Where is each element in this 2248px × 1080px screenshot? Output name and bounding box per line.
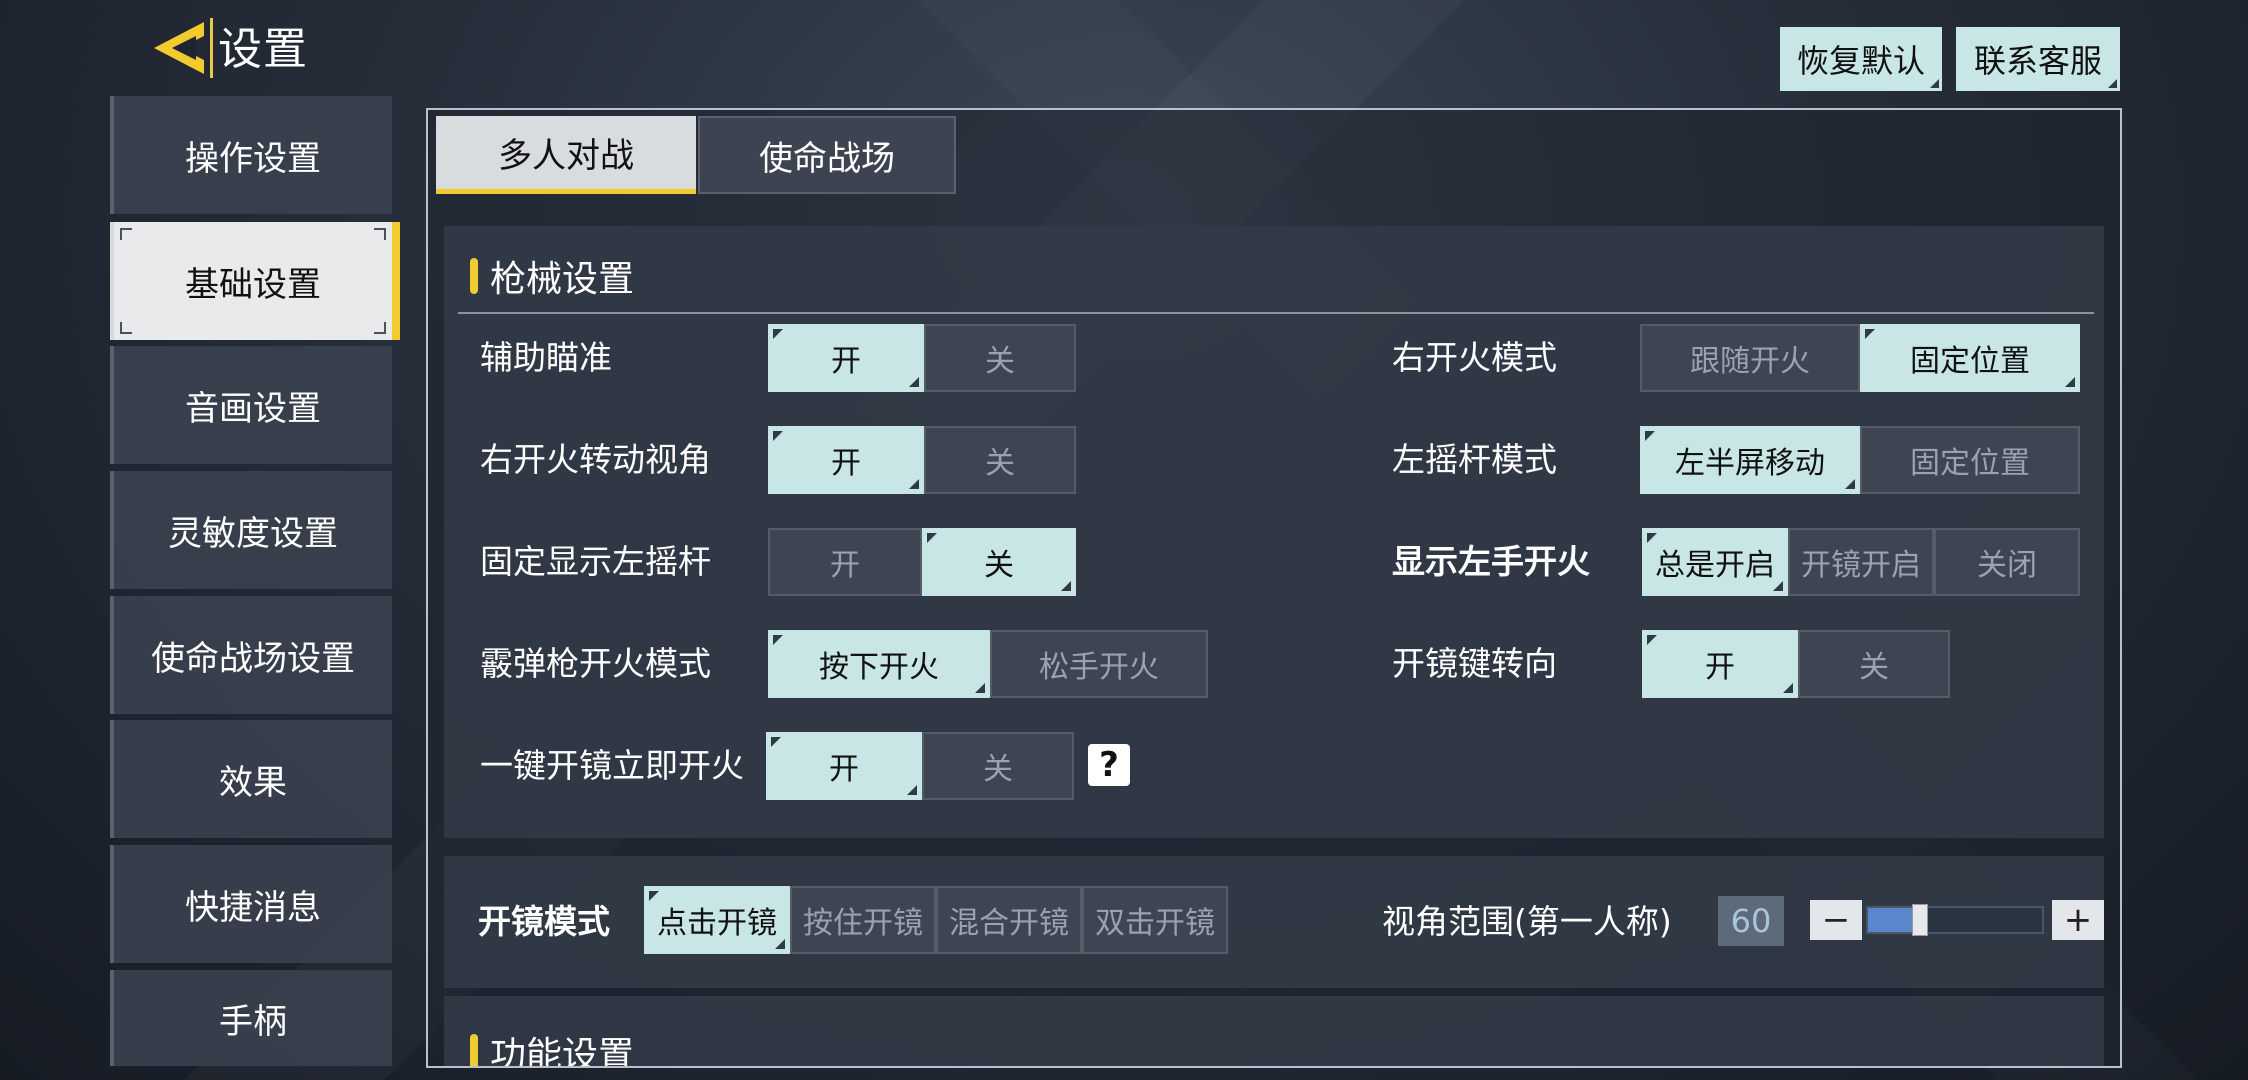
sidebar-item-sensitivity[interactable]: 灵敏度设置 <box>110 471 392 589</box>
aim-assist-off[interactable]: 关 <box>924 324 1076 392</box>
fov-slider-thumb[interactable] <box>1912 904 1928 936</box>
fov-label: 视角范围(第一人称) <box>1382 902 1672 941</box>
left-joystick-mode-toggle: 左半屏移动 固定位置 <box>1640 426 2080 494</box>
sidebar-item-label: 快捷消息 <box>185 887 321 928</box>
question-mark-icon[interactable]: ? <box>1088 744 1130 786</box>
fov-slider[interactable] <box>1866 904 2044 936</box>
show-left-fire-label: 显示左手开火 <box>1392 542 1590 581</box>
restore-default-button[interactable]: 恢复默认 <box>1780 27 1942 91</box>
right-fire-follow[interactable]: 跟随开火 <box>1640 324 1860 392</box>
corner-mark <box>374 228 386 240</box>
one-tap-scope-fire-label: 一键开镜立即开火 <box>480 746 744 785</box>
scope-mode-double-tap[interactable]: 双击开镜 <box>1082 886 1228 954</box>
sidebar-item-label: 效果 <box>219 762 287 803</box>
scope-key-turn-off[interactable]: 关 <box>1798 630 1950 698</box>
section-accent-bar <box>470 1034 478 1066</box>
right-fire-mode-label: 右开火模式 <box>1392 338 1557 377</box>
one-tap-scope-fire-off[interactable]: 关 <box>922 732 1074 800</box>
contact-support-button[interactable]: 联系客服 <box>1956 27 2120 91</box>
fixed-left-joystick-off[interactable]: 关 <box>922 528 1076 596</box>
section-accent-bar <box>470 258 478 294</box>
corner-mark <box>120 322 132 334</box>
sidebar-item-controller[interactable]: 手柄 <box>110 970 392 1066</box>
function-settings-title: 功能设置 <box>490 1035 635 1068</box>
right-fire-rotate-off[interactable]: 关 <box>924 426 1076 494</box>
gun-settings-section: 枪械设置 辅助瞄准 开 关 右开火转动视角 开 关 固定显示左摇杆 开 关 霰弹… <box>444 226 2104 838</box>
sidebar-item-controls[interactable]: 操作设置 <box>110 96 392 214</box>
right-fire-fixed[interactable]: 固定位置 <box>1860 324 2080 392</box>
sidebar-item-quick-messages[interactable]: 快捷消息 <box>110 845 392 963</box>
sidebar-item-label: 基础设置 <box>185 264 321 305</box>
scope-key-turn-toggle: 开 关 <box>1642 630 1950 698</box>
fixed-left-joystick-on[interactable]: 开 <box>768 528 922 596</box>
scope-mode-tap[interactable]: 点击开镜 <box>644 886 790 954</box>
fixed-left-joystick-label: 固定显示左摇杆 <box>480 542 711 581</box>
sidebar-item-effects[interactable]: 效果 <box>110 720 392 838</box>
scope-key-turn-on[interactable]: 开 <box>1642 630 1798 698</box>
sidebar-item-label: 手柄 <box>219 1001 287 1042</box>
fixed-left-joystick-toggle: 开 关 <box>768 528 1076 596</box>
settings-panel: 多人对战 使命战场 枪械设置 辅助瞄准 开 关 右开火转动视角 开 关 固定显示… <box>426 108 2122 1068</box>
fov-decrease-button[interactable]: − <box>1810 900 1862 940</box>
tab-multiplayer[interactable]: 多人对战 <box>436 116 696 194</box>
gun-settings-title: 枪械设置 <box>490 259 635 300</box>
right-fire-rotate-label: 右开火转动视角 <box>480 440 711 479</box>
sidebar-item-label: 灵敏度设置 <box>168 513 338 554</box>
section-divider <box>458 312 2094 314</box>
aim-assist-label: 辅助瞄准 <box>480 338 612 377</box>
one-tap-scope-fire-on[interactable]: 开 <box>766 732 922 800</box>
back-arrow-icon[interactable] <box>150 18 208 78</box>
right-fire-rotate-toggle: 开 关 <box>768 426 1076 494</box>
scope-mode-hybrid[interactable]: 混合开镜 <box>936 886 1082 954</box>
fov-increase-button[interactable]: + <box>2052 900 2104 940</box>
aim-assist-toggle: 开 关 <box>768 324 1076 392</box>
section-title: 枪械设置 <box>470 250 634 302</box>
section-title: 功能设置 <box>470 1026 635 1068</box>
aim-assist-on[interactable]: 开 <box>768 324 924 392</box>
sidebar-item-battle-royale[interactable]: 使命战场设置 <box>110 596 392 714</box>
show-left-fire-off[interactable]: 关闭 <box>1934 528 2080 596</box>
scope-mode-label: 开镜模式 <box>478 902 610 941</box>
shotgun-fire-mode-label: 霰弹枪开火模式 <box>480 644 711 683</box>
left-joystick-half-screen[interactable]: 左半屏移动 <box>1640 426 1860 494</box>
show-left-fire-scoped[interactable]: 开镜开启 <box>1788 528 1934 596</box>
right-fire-rotate-on[interactable]: 开 <box>768 426 924 494</box>
scope-key-turn-label: 开镜键转向 <box>1392 644 1557 683</box>
scope-mode-hold[interactable]: 按住开镜 <box>790 886 936 954</box>
left-joystick-mode-label: 左摇杆模式 <box>1392 440 1557 479</box>
tab-battle-royale[interactable]: 使命战场 <box>698 116 956 194</box>
corner-mark <box>374 322 386 334</box>
left-joystick-fixed[interactable]: 固定位置 <box>1860 426 2080 494</box>
sidebar-item-audio-video[interactable]: 音画设置 <box>110 346 392 464</box>
show-left-fire-always[interactable]: 总是开启 <box>1642 528 1788 596</box>
corner-mark <box>120 228 132 240</box>
shotgun-press-fire[interactable]: 按下开火 <box>768 630 990 698</box>
one-tap-scope-fire-toggle: 开 关 <box>766 732 1074 800</box>
show-left-fire-toggle: 总是开启 开镜开启 关闭 <box>1642 528 2080 596</box>
right-fire-mode-toggle: 跟随开火 固定位置 <box>1640 324 2080 392</box>
function-settings-section: 功能设置 <box>444 996 2104 1068</box>
shotgun-release-fire[interactable]: 松手开火 <box>990 630 1208 698</box>
shotgun-fire-mode-toggle: 按下开火 松手开火 <box>768 630 1208 698</box>
scope-settings-section: 开镜模式 点击开镜 按住开镜 混合开镜 双击开镜 视角范围(第一人称) 60 −… <box>444 856 2104 988</box>
fov-value: 60 <box>1718 896 1784 946</box>
sidebar-item-label: 操作设置 <box>185 138 321 179</box>
header-separator <box>210 18 213 78</box>
sidebar-item-label: 音画设置 <box>185 388 321 429</box>
sidebar-item-basic[interactable]: 基础设置 <box>110 222 400 340</box>
sidebar-item-label: 使命战场设置 <box>151 638 355 679</box>
scope-mode-selector: 点击开镜 按住开镜 混合开镜 双击开镜 <box>644 886 1228 954</box>
page-title: 设置 <box>218 24 308 75</box>
